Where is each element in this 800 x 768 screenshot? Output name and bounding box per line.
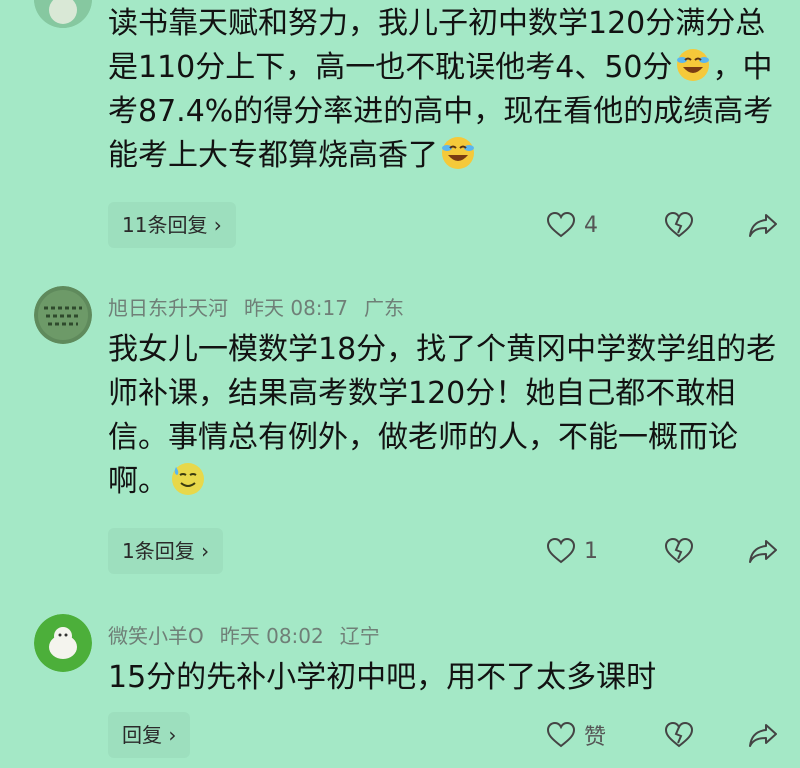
comment-3: 微笑小羊O 昨天 08:02 辽宁 15分的先补小学初中吧，用不了太多课时 回复 ›…	[0, 600, 800, 768]
avatar[interactable]	[34, 614, 92, 672]
view-replies-button[interactable]: 11条回复 ›	[108, 202, 236, 248]
broken-heart-icon	[664, 211, 694, 238]
heart-icon	[546, 211, 576, 238]
username[interactable]: 旭日东升天河	[108, 296, 228, 320]
broken-heart-icon	[664, 537, 694, 564]
comment-location: 广东	[364, 296, 404, 320]
like-count: 1	[584, 538, 598, 564]
like-button[interactable]: 1	[546, 531, 598, 571]
avatar-image-icon	[34, 0, 92, 28]
share-button[interactable]	[748, 715, 778, 755]
cry-laugh-emoji	[675, 47, 711, 83]
like-button[interactable]: 4	[546, 205, 598, 245]
calligraphy-avatar-icon	[34, 286, 92, 344]
avatar[interactable]	[34, 286, 92, 344]
comment-thread: { "comments": [ { "avatar": "green-avata…	[0, 0, 800, 768]
comment-actions: 4	[540, 205, 790, 245]
comment-actions: 1	[540, 531, 790, 571]
sheep-avatar-icon	[34, 614, 92, 672]
broken-heart-icon	[664, 721, 694, 748]
comment-text: 读书靠天赋和努力，我儿子初中数学120分满分总是110分上下，高一也不耽误他考4…	[108, 6, 774, 173]
heart-icon	[546, 721, 576, 748]
like-label: 赞	[584, 725, 607, 750]
comment-meta: 微笑小羊O 昨天 08:02 辽宁	[108, 620, 396, 649]
share-icon	[749, 540, 777, 563]
share-button[interactable]	[748, 205, 778, 245]
sweat-smile-emoji	[170, 461, 206, 497]
dislike-button[interactable]	[664, 715, 694, 755]
comment-text: 我女儿一模数学18分，找了个黄冈中学数学组的老师补课，结果高考数学120分！她自…	[108, 332, 777, 499]
comment-2: 旭日东升天河 昨天 08:17 广东 我女儿一模数学18分，找了个黄冈中学数学组的老…	[0, 270, 800, 590]
dislike-button[interactable]	[664, 531, 694, 571]
username[interactable]: 微笑小羊O	[108, 624, 204, 648]
comment-1: 读书靠天赋和努力，我儿子初中数学120分满分总是110分上下，高一也不耽误他考4…	[0, 0, 800, 260]
share-button[interactable]	[748, 531, 778, 571]
heart-icon	[546, 537, 576, 564]
like-button[interactable]: 赞	[546, 715, 606, 755]
comment-location: 辽宁	[339, 624, 380, 648]
view-replies-button[interactable]: 1条回复 ›	[108, 528, 224, 574]
comment-time: 昨天 08:02	[219, 624, 324, 648]
reply-button[interactable]: 回复 ›	[108, 712, 191, 758]
comment-meta: 旭日东升天河 昨天 08:17 广东	[108, 292, 420, 321]
cry-laugh-emoji	[440, 135, 476, 171]
comment-time: 昨天 08:17	[244, 296, 348, 320]
avatar[interactable]	[34, 0, 92, 28]
dislike-button[interactable]	[664, 205, 694, 245]
share-icon	[749, 724, 777, 747]
share-icon	[749, 214, 777, 237]
like-count: 4	[584, 212, 598, 238]
comment-actions: 赞	[540, 715, 790, 755]
comment-text: 15分的先补小学初中吧，用不了太多课时	[108, 660, 657, 695]
